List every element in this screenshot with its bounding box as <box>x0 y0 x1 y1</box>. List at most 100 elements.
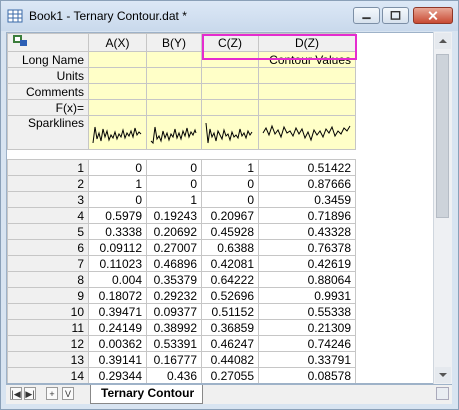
cell-fx-a[interactable] <box>88 99 147 116</box>
scroll-down-button[interactable] <box>435 367 451 383</box>
add-sheet-button[interactable]: + <box>46 387 58 400</box>
cell-d[interactable]: 0.33791 <box>258 351 356 368</box>
row-number[interactable]: 7 <box>7 255 89 272</box>
sheet-list-button[interactable]: V <box>62 387 74 400</box>
cell-b[interactable]: 0.53391 <box>146 335 202 352</box>
cell-c[interactable]: 0.44082 <box>201 351 259 368</box>
row-label-units[interactable]: Units <box>7 67 89 84</box>
first-sheet-button[interactable]: |◀ <box>10 387 22 400</box>
row-number[interactable]: 5 <box>7 223 89 240</box>
worksheet-grid[interactable]: A(X) B(Y) C(Z) D(Z) Long Name Contour Va… <box>6 32 452 384</box>
cell-c[interactable]: 0.36859 <box>201 319 259 336</box>
cell-a[interactable]: 0.11023 <box>88 255 147 272</box>
cell-c[interactable]: 0.42081 <box>201 255 259 272</box>
cell-b[interactable]: 0.38992 <box>146 319 202 336</box>
cell-d[interactable]: 0.21309 <box>258 319 356 336</box>
cell-units-c[interactable] <box>201 67 259 84</box>
cell-a[interactable]: 0 <box>88 191 147 208</box>
vertical-scrollbar[interactable] <box>433 32 452 384</box>
row-number[interactable]: 13 <box>7 351 89 368</box>
cell-comments-d[interactable] <box>258 83 356 100</box>
row-number[interactable]: 9 <box>7 287 89 304</box>
row-label-sparklines[interactable]: Sparklines <box>7 115 89 150</box>
cell-c[interactable]: 0 <box>201 191 259 208</box>
row-number[interactable]: 12 <box>7 335 89 352</box>
cell-d[interactable]: 0.55338 <box>258 303 356 320</box>
sparkline-d[interactable] <box>258 115 356 150</box>
column-header-c[interactable]: C(Z) <box>201 33 259 52</box>
cell-a[interactable]: 0.24149 <box>88 319 147 336</box>
row-label-long-name[interactable]: Long Name <box>7 51 89 68</box>
cell-c[interactable]: 0.27055 <box>201 367 259 383</box>
cell-b[interactable]: 0.436 <box>146 367 202 383</box>
cell-b[interactable]: 1 <box>146 191 202 208</box>
cell-fx-b[interactable] <box>146 99 202 116</box>
cell-a[interactable]: 0.5979 <box>88 207 147 224</box>
cell-b[interactable]: 0.19243 <box>146 207 202 224</box>
cell-units-a[interactable] <box>88 67 147 84</box>
cell-b[interactable]: 0.20692 <box>146 223 202 240</box>
cell-a[interactable]: 0.00362 <box>88 335 147 352</box>
cell-a[interactable]: 1 <box>88 175 147 192</box>
column-header-d[interactable]: D(Z) <box>258 33 356 52</box>
cell-d[interactable]: 0.71896 <box>258 207 356 224</box>
cell-d[interactable]: 0.9931 <box>258 287 356 304</box>
row-number[interactable]: 2 <box>7 175 89 192</box>
scroll-up-button[interactable] <box>435 33 451 49</box>
row-number[interactable]: 14 <box>7 367 89 383</box>
row-number[interactable]: 3 <box>7 191 89 208</box>
cell-fx-d[interactable] <box>258 99 356 116</box>
cell-long-name-c[interactable] <box>201 51 259 68</box>
row-label-fx[interactable]: F(x)= <box>7 99 89 116</box>
cell-d[interactable]: 0.3459 <box>258 191 356 208</box>
cell-units-b[interactable] <box>146 67 202 84</box>
cell-c[interactable]: 0.20967 <box>201 207 259 224</box>
minimize-button[interactable] <box>353 7 380 24</box>
cell-d[interactable]: 0.51422 <box>258 159 356 176</box>
row-label-comments[interactable]: Comments <box>7 83 89 100</box>
cell-a[interactable]: 0.3338 <box>88 223 147 240</box>
cell-c[interactable]: 0.64222 <box>201 271 259 288</box>
cell-comments-c[interactable] <box>201 83 259 100</box>
cell-c[interactable]: 0.45928 <box>201 223 259 240</box>
cell-c[interactable]: 0.52696 <box>201 287 259 304</box>
cell-b[interactable]: 0.46896 <box>146 255 202 272</box>
row-number[interactable]: 4 <box>7 207 89 224</box>
cell-d[interactable]: 0.42619 <box>258 255 356 272</box>
cell-comments-a[interactable] <box>88 83 147 100</box>
row-number[interactable]: 6 <box>7 239 89 256</box>
sheet-tab-ternary-contour[interactable]: Ternary Contour <box>90 385 204 404</box>
cell-c[interactable]: 0.6388 <box>201 239 259 256</box>
cell-d[interactable]: 0.08578 <box>258 367 356 383</box>
row-number[interactable]: 1 <box>7 159 89 176</box>
column-header-b[interactable]: B(Y) <box>146 33 202 52</box>
cell-d[interactable]: 0.88064 <box>258 271 356 288</box>
row-number[interactable]: 8 <box>7 271 89 288</box>
cell-long-name-b[interactable] <box>146 51 202 68</box>
cell-c[interactable]: 0 <box>201 175 259 192</box>
sparkline-c[interactable] <box>201 115 259 150</box>
cell-b[interactable]: 0.27007 <box>146 239 202 256</box>
cell-d[interactable]: 0.76378 <box>258 239 356 256</box>
cell-fx-c[interactable] <box>201 99 259 116</box>
title-bar[interactable]: Book1 - Ternary Contour.dat * <box>1 1 458 31</box>
cell-b[interactable]: 0.09377 <box>146 303 202 320</box>
select-all-corner[interactable] <box>7 33 89 52</box>
cell-long-name-d[interactable]: Contour Values <box>258 51 356 68</box>
cell-a[interactable]: 0.09112 <box>88 239 147 256</box>
cell-b[interactable]: 0.35379 <box>146 271 202 288</box>
cell-c[interactable]: 1 <box>201 159 259 176</box>
row-number[interactable]: 10 <box>7 303 89 320</box>
maximize-button[interactable] <box>382 7 409 24</box>
cell-a[interactable]: 0.39141 <box>88 351 147 368</box>
last-sheet-button[interactable]: ▶| <box>24 387 36 400</box>
row-number[interactable]: 11 <box>7 319 89 336</box>
cell-a[interactable]: 0.004 <box>88 271 147 288</box>
close-button[interactable] <box>413 7 453 24</box>
cell-d[interactable]: 0.43328 <box>258 223 356 240</box>
sparkline-a[interactable] <box>88 115 147 150</box>
cell-a[interactable]: 0.39471 <box>88 303 147 320</box>
cell-c[interactable]: 0.51152 <box>201 303 259 320</box>
cell-c[interactable]: 0.46247 <box>201 335 259 352</box>
cell-b[interactable]: 0.29232 <box>146 287 202 304</box>
